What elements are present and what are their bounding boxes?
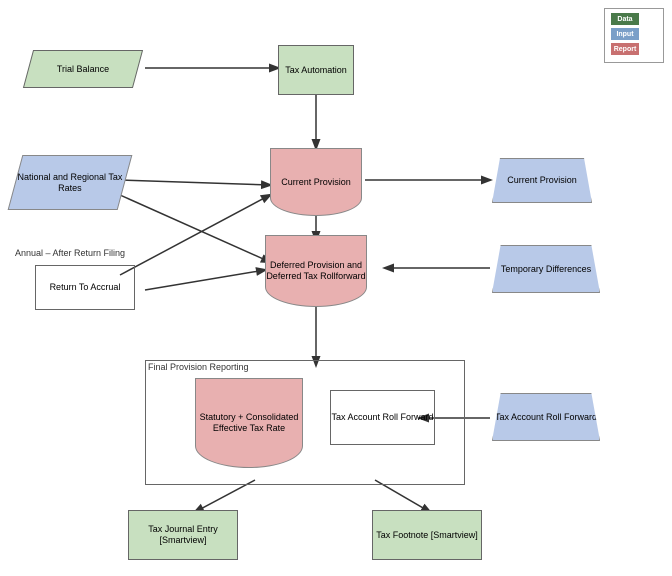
national-tax-rates-shape: National and Regional Tax Rates [8, 155, 133, 210]
legend: Data Input Report [604, 8, 664, 63]
tax-journal-entry-label: Tax Journal Entry [Smartview] [129, 524, 237, 546]
national-tax-rates-label: National and Regional Tax Rates [16, 172, 124, 194]
legend-color-report: Report [611, 43, 639, 55]
final-provision-label: Final Provision Reporting [148, 362, 249, 372]
tax-journal-entry-shape: Tax Journal Entry [Smartview] [128, 510, 238, 560]
tax-footnote-shape: Tax Footnote [Smartview] [372, 510, 482, 560]
legend-item-data: Data [611, 13, 657, 25]
temporary-differences-shape: Temporary Differences [492, 245, 600, 293]
tax-footnote-label: Tax Footnote [Smartview] [376, 530, 478, 541]
current-provision-right-label: Current Provision [507, 175, 577, 186]
legend-label-report: Report [614, 46, 637, 53]
return-to-accrual-shape: Return To Accrual [35, 265, 135, 310]
tax-automation-shape: Tax Automation [278, 45, 354, 95]
legend-item-report: Report [611, 43, 657, 55]
statutory-consolidated-shape: Statutory + Consolidated Effective Tax R… [195, 378, 303, 468]
tax-account-roll-forward-right-label: Tax Account Roll Forward [495, 412, 597, 423]
legend-item-input: Input [611, 28, 657, 40]
current-provision-center-shape: Current Provision [270, 148, 362, 216]
legend-color-data: Data [611, 13, 639, 25]
current-provision-right-shape: Current Provision [492, 158, 592, 203]
return-to-accrual-label: Return To Accrual [50, 282, 121, 293]
current-provision-center-label: Current Provision [281, 177, 351, 188]
legend-color-input: Input [611, 28, 639, 40]
legend-label-data: Data [617, 16, 632, 23]
deferred-provision-label: Deferred Provision and Deferred Tax Roll… [266, 260, 366, 282]
tax-account-roll-forward-right-shape: Tax Account Roll Forward [492, 393, 600, 441]
legend-label-input: Input [616, 31, 633, 38]
statutory-consolidated-label: Statutory + Consolidated Effective Tax R… [196, 412, 302, 434]
tax-account-roll-forward-center-label: Tax Account Roll Forward [331, 412, 433, 423]
annual-label: Annual – After Return Filing [15, 248, 155, 258]
diagram-container: Data Input Report [0, 0, 672, 576]
trial-balance-shape: Trial Balance [23, 50, 143, 88]
tax-account-roll-forward-center-shape: Tax Account Roll Forward [330, 390, 435, 445]
trial-balance-label: Trial Balance [57, 64, 109, 75]
temporary-differences-label: Temporary Differences [501, 264, 591, 275]
tax-automation-label: Tax Automation [285, 65, 347, 76]
deferred-provision-shape: Deferred Provision and Deferred Tax Roll… [265, 235, 367, 307]
